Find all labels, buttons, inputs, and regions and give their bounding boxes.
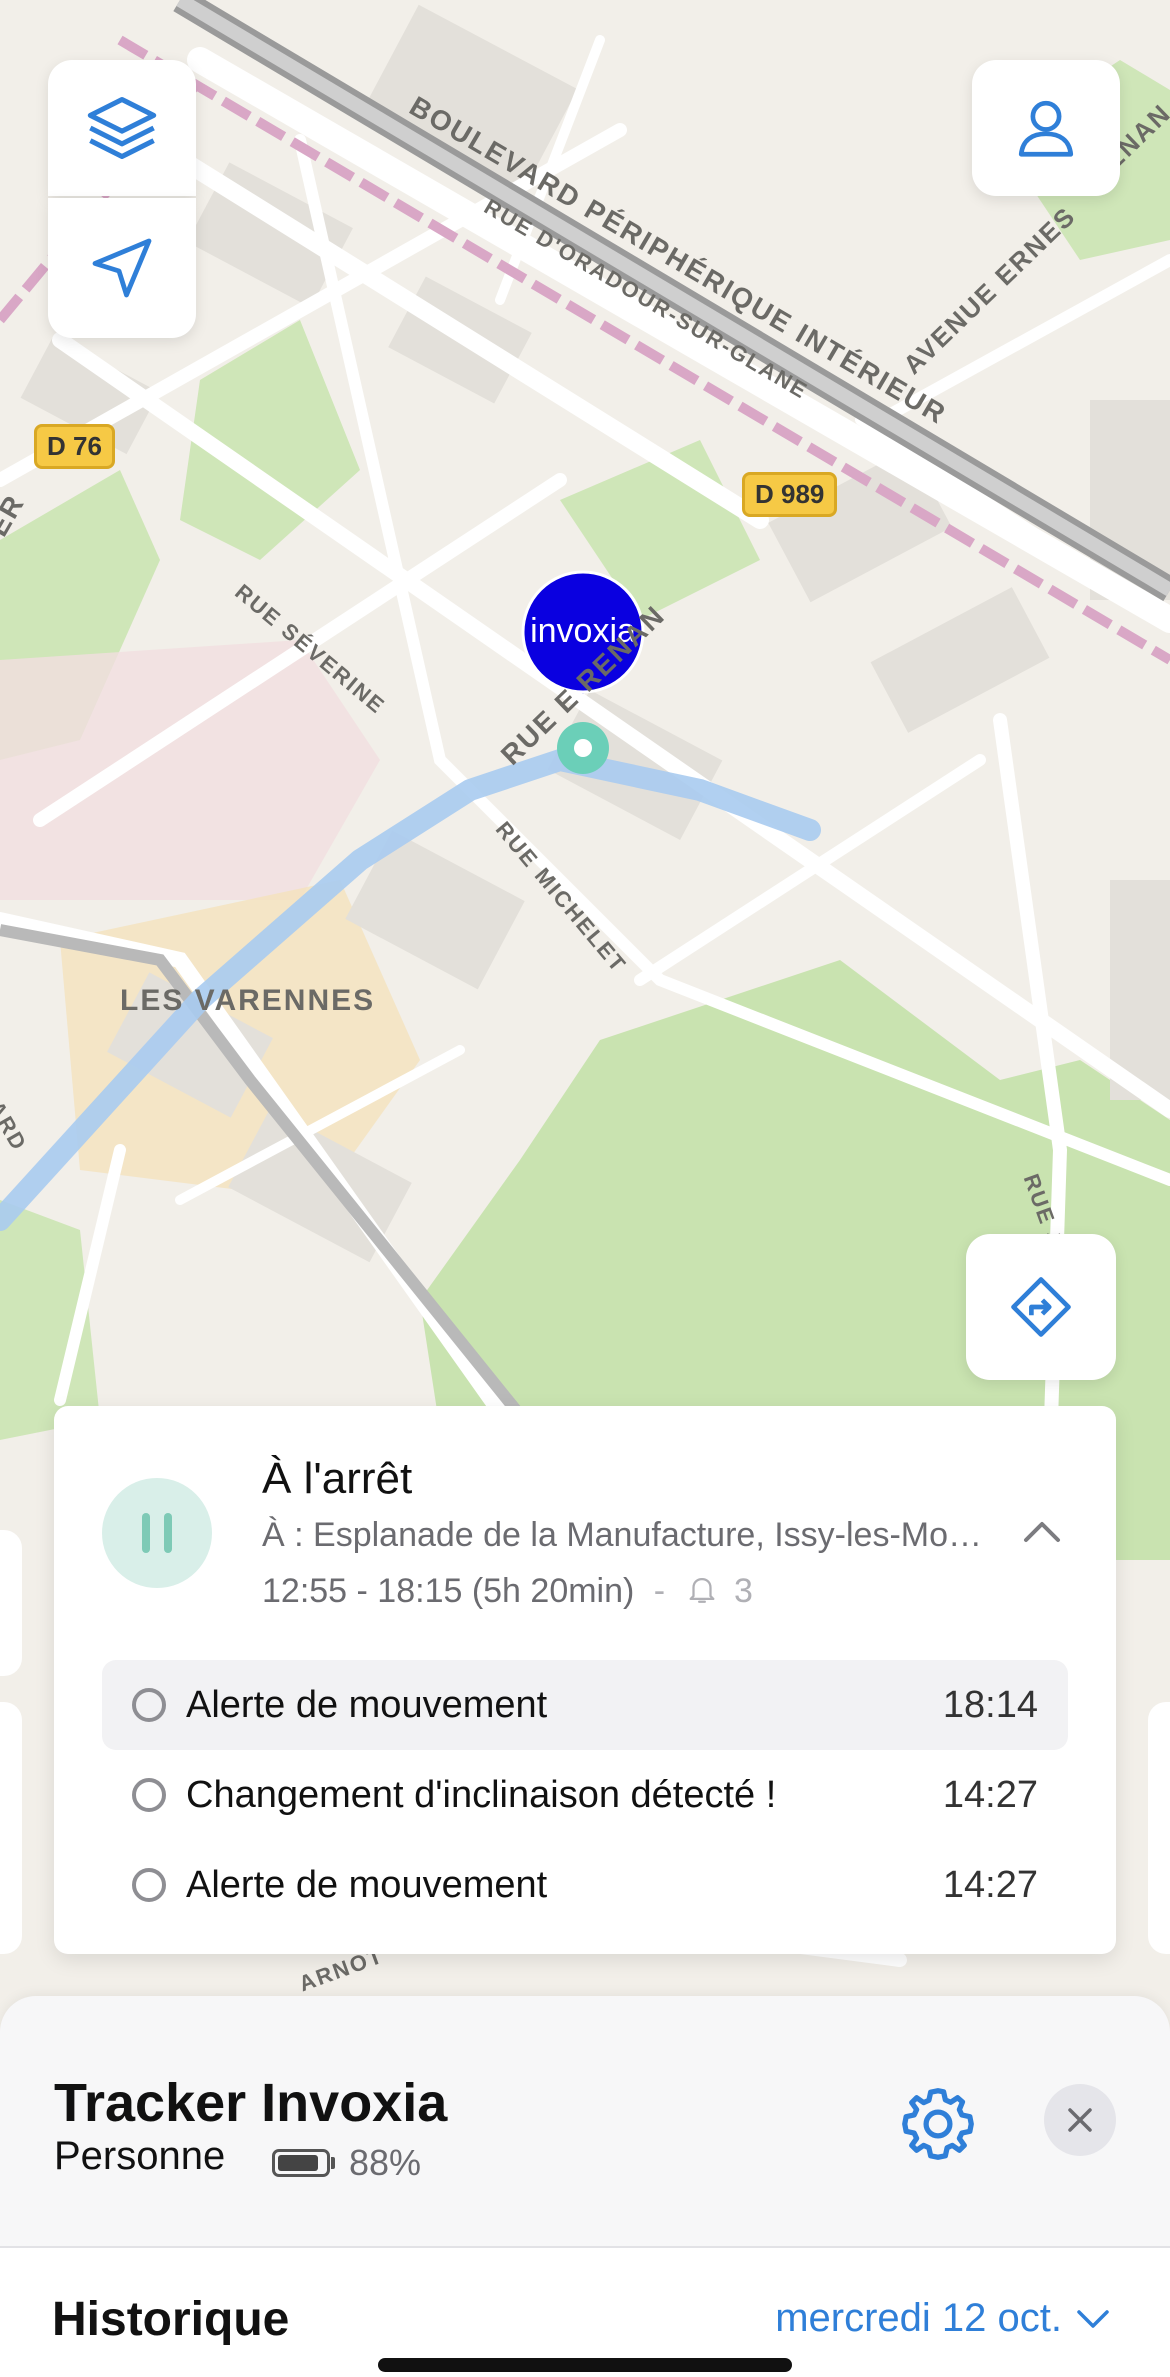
tracker-type: Personne — [54, 2134, 226, 2178]
side-card-peek-left-top[interactable] — [0, 1530, 22, 1676]
alert-label: Alerte de mouvement — [186, 1683, 548, 1726]
home-indicator — [378, 2358, 792, 2372]
alert-time: 18:14 — [942, 1683, 1038, 1726]
alert-row[interactable]: Alerte de mouvement 14:27 — [102, 1840, 1068, 1930]
stop-card[interactable]: À l'arrêt À : Esplanade de la Manufactur… — [54, 1406, 1116, 1954]
locate-button[interactable] — [48, 198, 196, 338]
battery-percentage: 88% — [349, 2142, 422, 2183]
gear-icon[interactable] — [896, 2082, 980, 2166]
location-arrow-icon — [92, 238, 152, 298]
battery-icon — [272, 2149, 330, 2177]
alert-radio-icon — [132, 1688, 166, 1722]
layers-icon — [87, 96, 157, 160]
history-date-picker[interactable]: mercredi 12 oct. — [775, 2296, 1110, 2341]
alert-label: Alerte de mouvement — [186, 1863, 548, 1906]
alert-count: 3 — [734, 1572, 753, 1610]
close-icon — [1068, 2108, 1092, 2132]
side-card-peek-right[interactable] — [1148, 1702, 1170, 1954]
tracker-sheet[interactable]: Tracker Invoxia Personne 88% Historique … — [0, 1996, 1170, 2377]
alert-time: 14:27 — [942, 1863, 1038, 1906]
alert-label: Changement d'inclinaison détecté ! — [186, 1773, 777, 1816]
close-button[interactable] — [1044, 2084, 1116, 2156]
directions-icon — [1011, 1277, 1071, 1337]
road-shield-d989: D 989 — [742, 472, 838, 517]
stop-time-row: 12:55 - 18:15 (5h 20min) - 3 — [262, 1572, 753, 1611]
user-icon — [1018, 100, 1074, 157]
pause-status-icon — [102, 1478, 212, 1588]
stop-time-separator: - — [653, 1572, 666, 1610]
side-card-peek-left-bottom[interactable] — [0, 1702, 22, 1954]
alert-time: 14:27 — [942, 1773, 1038, 1816]
stop-time-range: 12:55 - 18:15 (5h 20min) — [262, 1572, 635, 1610]
battery-indicator: 88% — [272, 2142, 421, 2184]
profile-button[interactable] — [972, 60, 1120, 196]
chevron-up-icon[interactable] — [1022, 1520, 1062, 1544]
alert-row[interactable]: Alerte de mouvement 18:14 — [102, 1660, 1068, 1750]
stop-destination: À : Esplanade de la Manufacture, Issy-le… — [262, 1516, 982, 1554]
road-shield-d76: D 76 — [34, 424, 115, 469]
tracker-name: Tracker Invoxia — [54, 2073, 448, 2133]
history-date-label: mercredi 12 oct. — [775, 2296, 1062, 2340]
bell-icon — [689, 1577, 715, 1603]
alert-radio-icon — [132, 1778, 166, 1812]
alert-row[interactable]: Changement d'inclinaison détecté ! 14:27 — [102, 1750, 1068, 1840]
layers-button[interactable] — [48, 60, 196, 196]
alert-radio-icon — [132, 1868, 166, 1902]
battery-fill — [278, 2155, 319, 2171]
stop-title: À l'arrêt — [262, 1454, 413, 1503]
history-title: Historique — [52, 2293, 290, 2346]
map-label-varennes: LES VARENNES — [120, 984, 376, 1017]
directions-button[interactable] — [966, 1234, 1116, 1380]
chevron-down-icon — [1077, 2309, 1109, 2328]
